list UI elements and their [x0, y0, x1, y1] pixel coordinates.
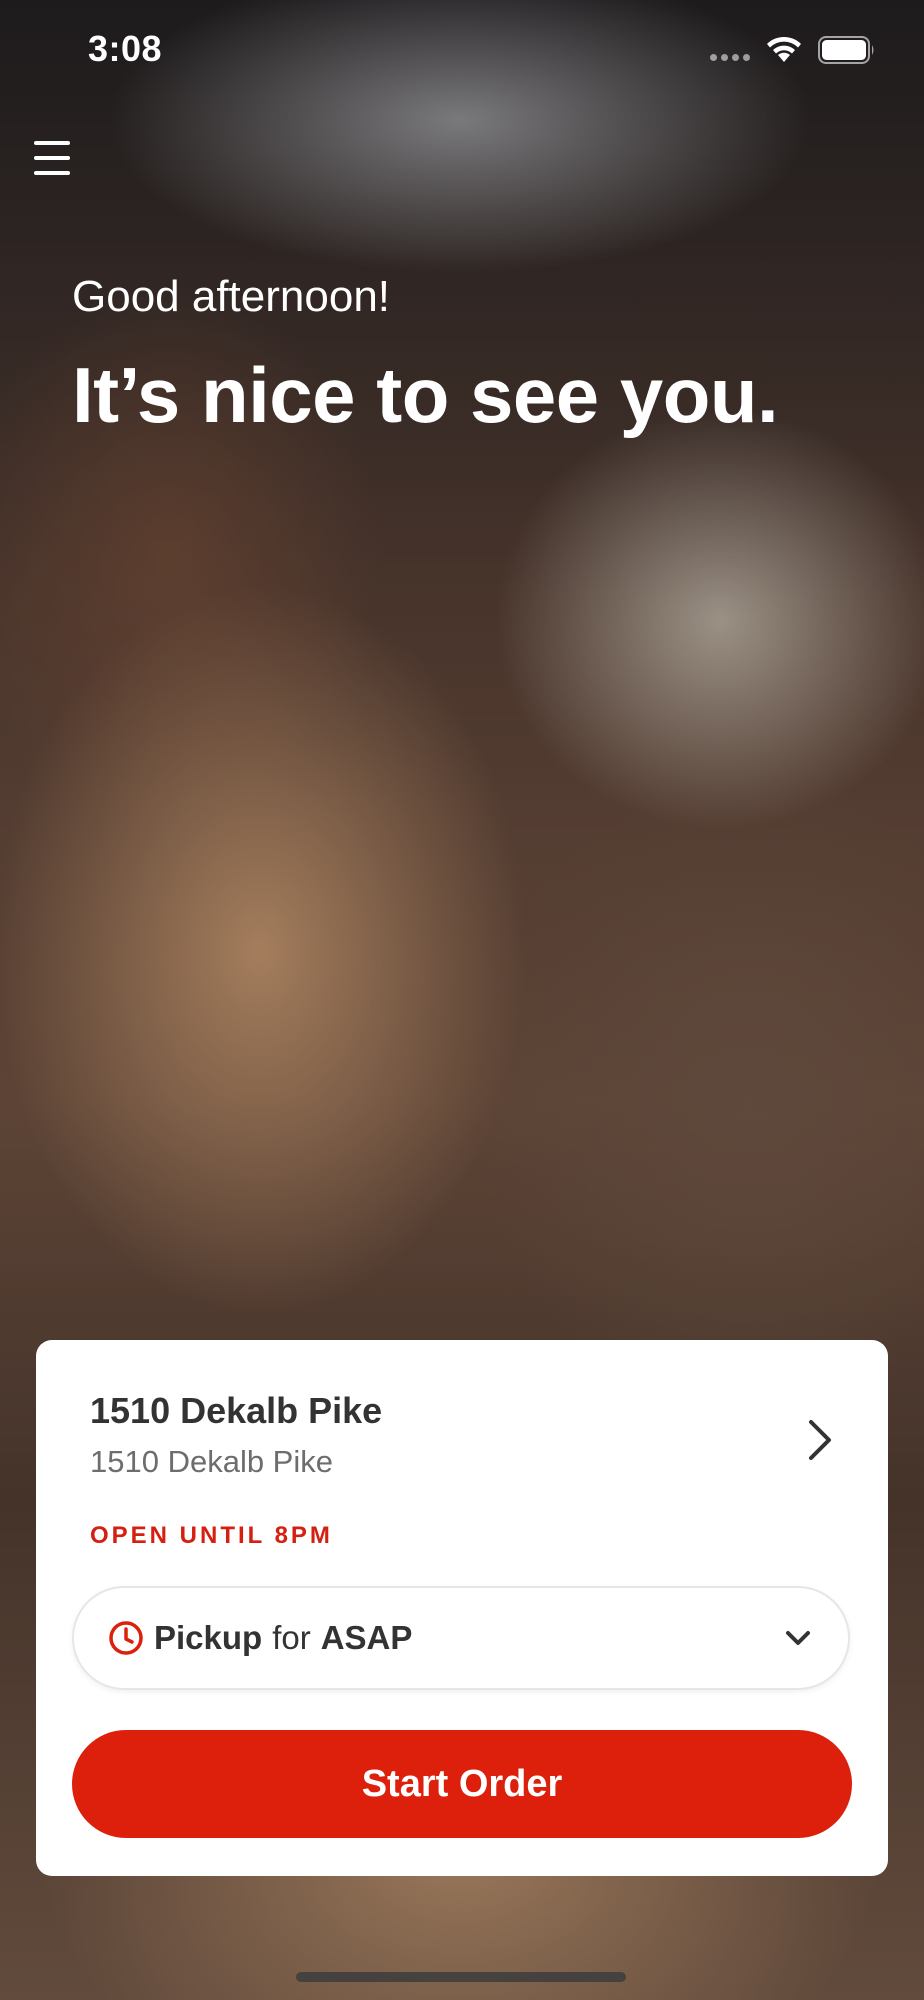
cellular-signal-icon: [710, 54, 750, 61]
status-time: 3:08: [88, 28, 163, 69]
headline-text: It’s nice to see you.: [72, 351, 779, 439]
location-card: 1510 Dekalb Pike 1510 Dekalb Pike OPEN U…: [36, 1340, 888, 1876]
open-status-label: OPEN UNTIL 8PM: [90, 1522, 333, 1549]
chevron-right-icon[interactable]: [800, 1412, 840, 1468]
chevron-down-icon: [786, 1631, 810, 1645]
start-order-button[interactable]: Start Order: [72, 1730, 852, 1838]
location-address: 1510 Dekalb Pike: [90, 1444, 333, 1479]
hamburger-menu-icon[interactable]: [34, 138, 74, 178]
order-mode-text: Pickup for ASAP: [154, 1619, 412, 1657]
order-mode-value: Pickup: [154, 1619, 263, 1656]
order-mode-dropdown[interactable]: Pickup for ASAP: [72, 1586, 850, 1690]
order-mode-connector: for: [272, 1619, 311, 1656]
order-time-value: ASAP: [320, 1619, 413, 1656]
status-bar: 3:08: [0, 0, 924, 100]
greeting-text: Good afternoon!: [72, 272, 391, 321]
location-name[interactable]: 1510 Dekalb Pike: [90, 1390, 382, 1432]
clock-icon: [109, 1621, 143, 1655]
home-indicator: [296, 1972, 626, 1982]
wifi-icon: [767, 36, 801, 62]
battery-icon: [818, 36, 874, 64]
